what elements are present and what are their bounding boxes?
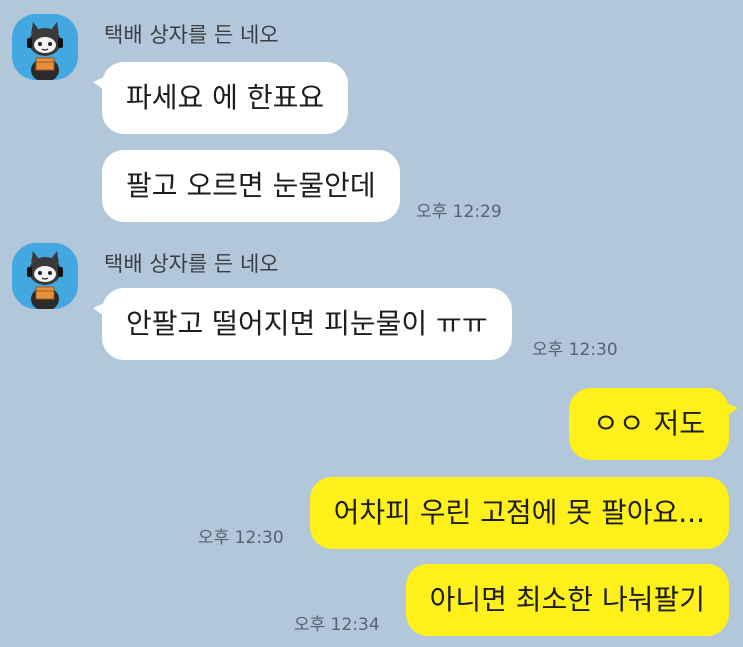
chat-message-list[interactable]: 택배 상자를 든 네오 파세요 에 한표요 팔고 오르면 눈물안데 오후 12:…	[0, 0, 743, 647]
message-timestamp: 오후 12:34	[294, 615, 380, 635]
incoming-message[interactable]: 안팔고 떨어지면 피눈물이 ㅠㅠ	[93, 288, 512, 360]
sender-avatar[interactable]	[12, 243, 78, 309]
neo-avatar-icon	[12, 14, 78, 80]
sender-name: 택배 상자를 든 네오	[104, 252, 279, 276]
message-timestamp: 오후 12:29	[416, 202, 502, 222]
outgoing-message[interactable]: 어차피 우린 고점에 못 팔아요...	[309, 477, 729, 549]
outgoing-message[interactable]: 아니면 최소한 나눠팔기	[405, 564, 729, 636]
sender-name: 택배 상자를 든 네오	[104, 23, 279, 47]
neo-avatar-icon	[12, 243, 78, 309]
message-timestamp: 오후 12:30	[198, 528, 284, 548]
message-timestamp: 오후 12:30	[532, 340, 618, 360]
outgoing-message[interactable]: ㅇㅇ 저도	[569, 388, 738, 460]
sender-avatar[interactable]	[12, 14, 78, 80]
incoming-message[interactable]: 파세요 에 한표요	[92, 62, 349, 134]
incoming-message[interactable]: 팔고 오르면 눈물안데	[102, 150, 400, 222]
